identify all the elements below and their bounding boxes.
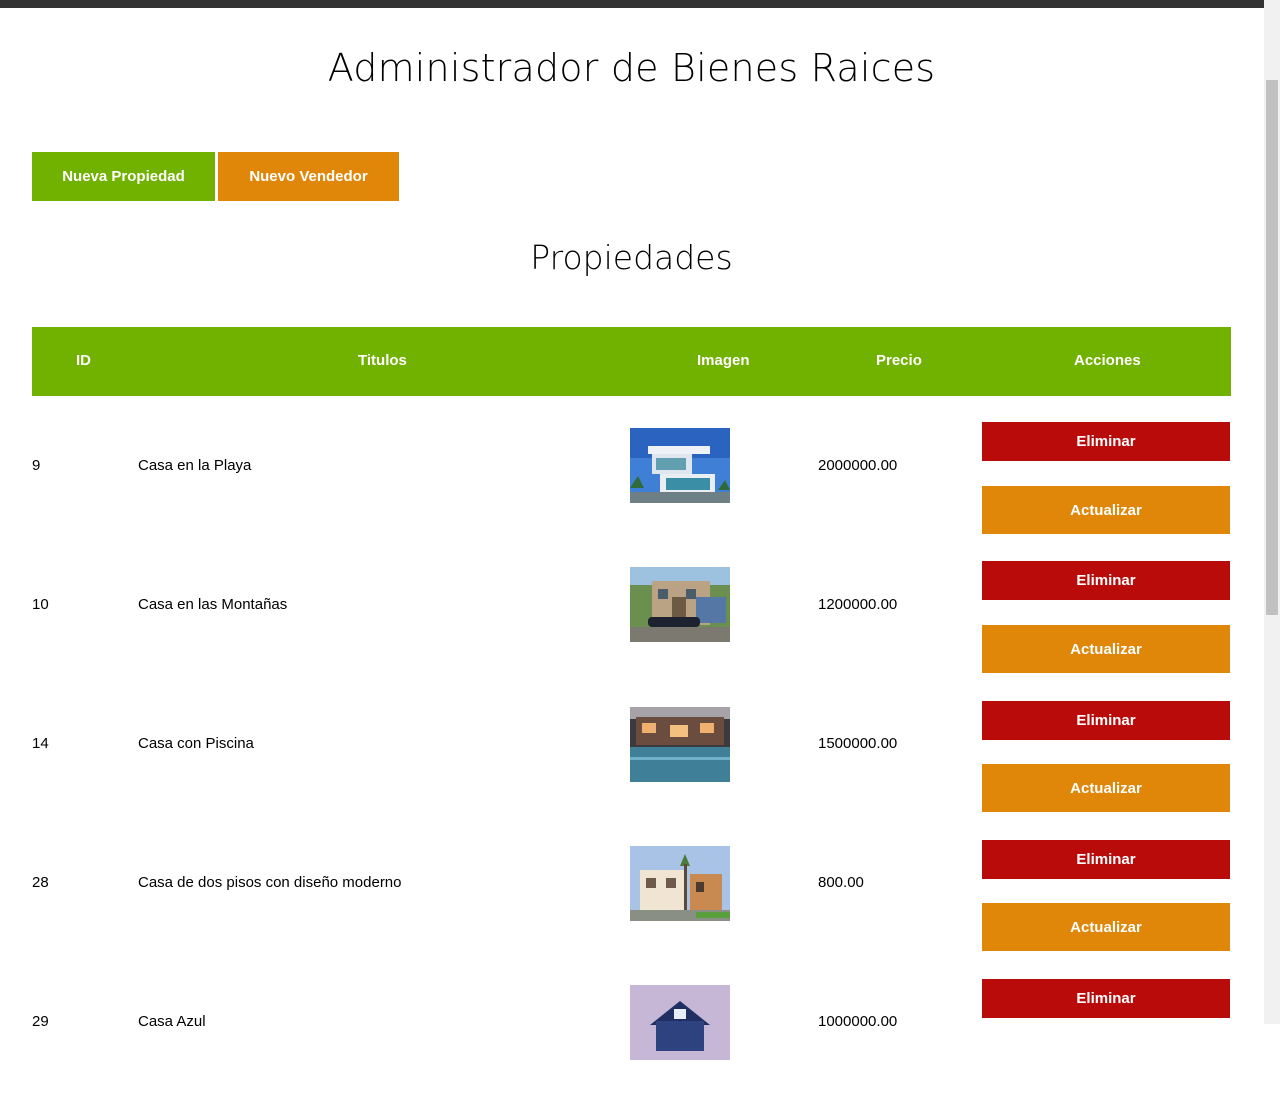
row-title: Casa Azul <box>138 1013 206 1030</box>
row-title: Casa en la Playa <box>138 457 252 474</box>
row-id: 14 <box>32 735 49 752</box>
row-title: Casa de dos pisos con diseño moderno <box>138 874 402 891</box>
update-button[interactable]: Actualizar <box>982 625 1230 673</box>
vertical-scrollbar[interactable] <box>1264 0 1280 1024</box>
row-id: 10 <box>32 596 49 613</box>
column-header-titles: Titulos <box>358 352 407 369</box>
scrollbar-thumb[interactable] <box>1266 80 1278 615</box>
delete-button[interactable]: Eliminar <box>982 561 1230 600</box>
update-button[interactable]: Actualizar <box>982 764 1230 812</box>
column-header-actions: Acciones <box>1074 352 1141 369</box>
modern-house-photo-icon <box>630 846 730 921</box>
row-price: 2000000.00 <box>818 457 898 474</box>
action-buttons: Nueva Propiedad Nuevo Vendedor <box>32 152 399 201</box>
table-row: 14 Casa con Piscina 1500000.00 Eliminar … <box>32 699 1231 838</box>
row-price: 1000000.00 <box>818 1013 898 1030</box>
row-title: Casa con Piscina <box>138 735 254 752</box>
table-row: 10 Casa en las Montañas 1200000.00 Elimi… <box>32 559 1231 698</box>
row-id: 28 <box>32 874 49 891</box>
row-price: 1200000.00 <box>818 596 898 613</box>
new-seller-button[interactable]: Nuevo Vendedor <box>218 152 399 201</box>
update-button[interactable]: Actualizar <box>982 486 1230 534</box>
column-header-id: ID <box>76 352 91 369</box>
delete-button[interactable]: Eliminar <box>982 701 1230 740</box>
page-title: Administrador de Bienes Raices <box>327 46 936 90</box>
blue-house-photo-icon <box>630 985 730 1060</box>
delete-button[interactable]: Eliminar <box>982 840 1230 879</box>
new-property-button[interactable]: Nueva Propiedad <box>32 152 215 201</box>
pool-house-photo-icon <box>630 707 730 782</box>
table-row: 9 Casa en la Playa 2000000.00 Eliminar A… <box>32 420 1231 559</box>
row-price: 800.00 <box>818 874 864 891</box>
delete-button[interactable]: Eliminar <box>982 422 1230 461</box>
row-title: Casa en las Montañas <box>138 596 288 613</box>
delete-button[interactable]: Eliminar <box>982 979 1230 1018</box>
table-header: ID Titulos Imagen Precio Acciones <box>32 327 1231 396</box>
column-header-image: Imagen <box>697 352 750 369</box>
table-row: 29 Casa Azul 1000000.00 Eliminar <box>32 977 1231 1116</box>
row-id: 9 <box>32 457 41 474</box>
column-header-price: Precio <box>876 352 922 369</box>
table-row: 28 Casa de dos pisos con diseño moderno … <box>32 838 1231 977</box>
section-title: Propiedades <box>530 238 733 277</box>
mountain-house-photo-icon <box>630 567 730 642</box>
row-id: 29 <box>32 1013 49 1030</box>
top-bar <box>0 0 1264 8</box>
beach-house-photo-icon <box>630 428 730 503</box>
row-price: 1500000.00 <box>818 735 898 752</box>
update-button[interactable]: Actualizar <box>982 903 1230 951</box>
